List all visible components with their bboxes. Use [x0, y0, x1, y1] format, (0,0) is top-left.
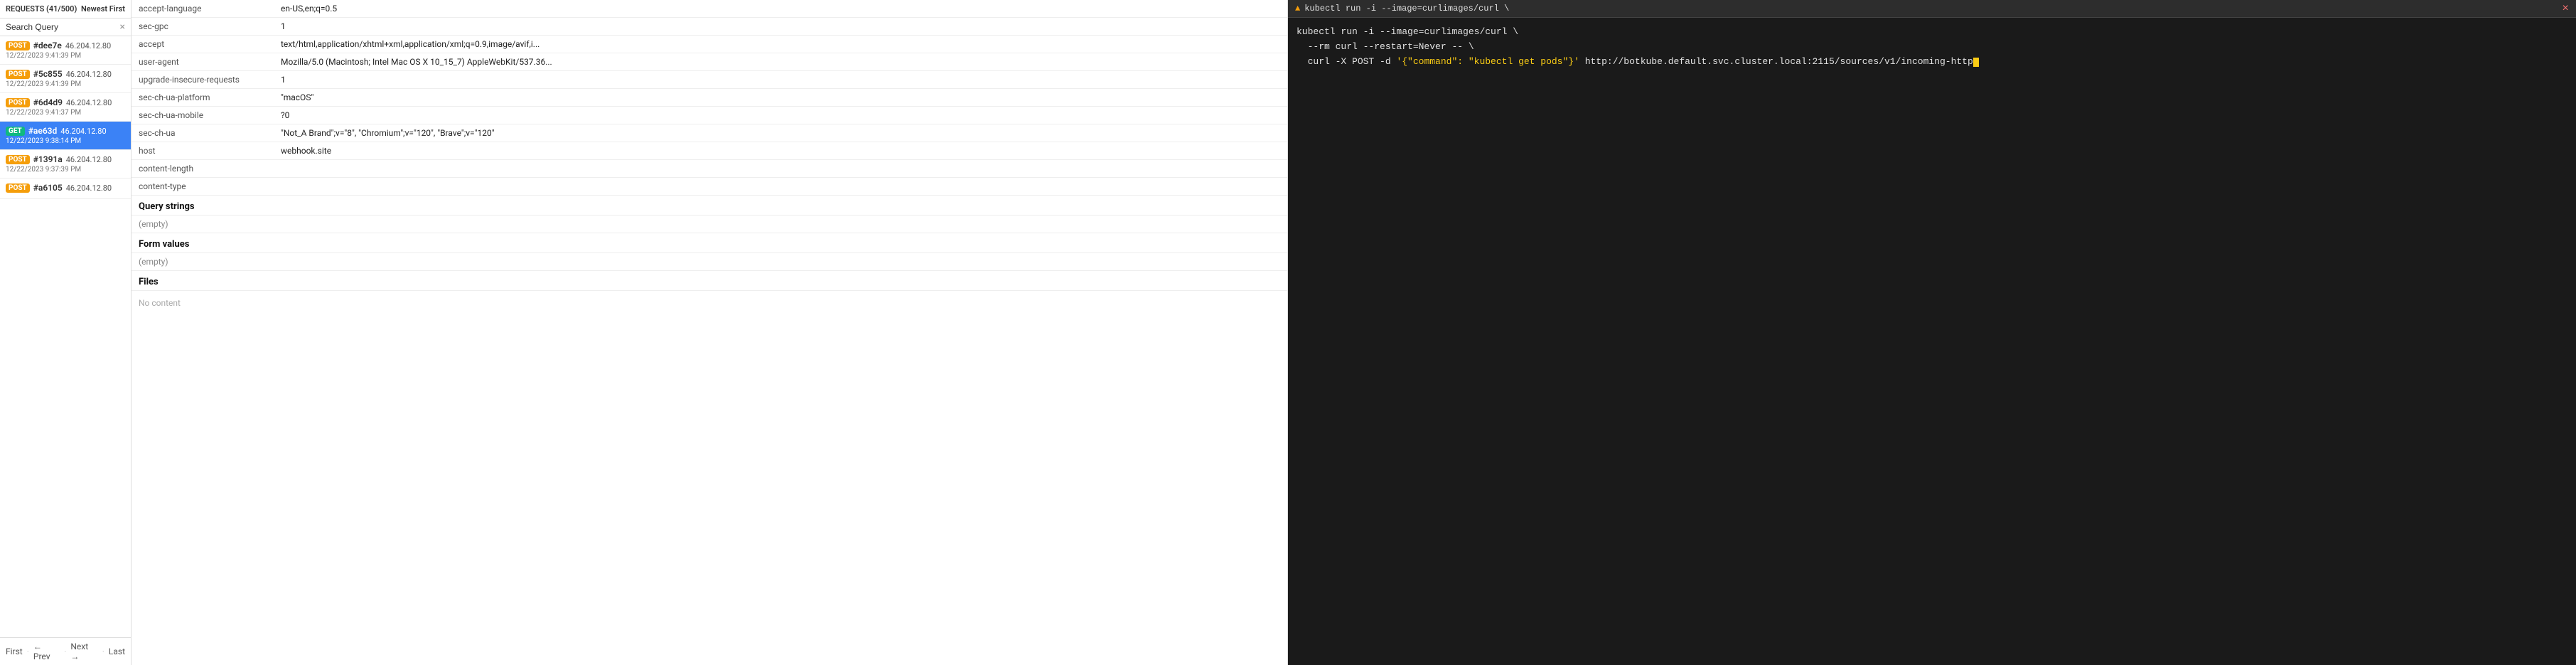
table-row: accept text/html,application/xhtml+xml,a…: [132, 36, 1287, 53]
header-value: text/html,application/xhtml+xml,applicat…: [274, 36, 1287, 53]
terminal-header: ▲ kubectl run -i --image=curlimages/curl…: [1288, 0, 2576, 18]
section-empty: (empty): [132, 216, 1287, 233]
method-badge: POST: [6, 98, 30, 107]
req-time: 12/22/2023 9:38:14 PM: [6, 137, 125, 145]
pagination: First · ← Prev · Next → · Last: [0, 637, 131, 665]
terminal-close-icon[interactable]: ×: [2562, 3, 2569, 14]
table-row: upgrade-insecure-requests 1: [132, 71, 1287, 89]
header-value: Mozilla/5.0 (Macintosh; Intel Mac OS X 1…: [274, 53, 1287, 71]
section-header: Query strings: [132, 196, 1287, 216]
pagination-last[interactable]: Last: [109, 647, 125, 656]
middle-panel: accept-language en-US,en;q=0.5 sec-gpc 1…: [132, 0, 1288, 665]
table-row: content-length: [132, 160, 1287, 178]
req-ip: 46.204.12.80: [66, 70, 112, 79]
req-id: #ae63d: [28, 126, 58, 136]
header-value: 1: [274, 71, 1287, 89]
req-ip: 46.204.12.80: [65, 41, 111, 50]
requests-title: REQUESTS (41/500): [6, 4, 77, 14]
sort-label[interactable]: Newest First: [81, 4, 125, 14]
req-id: #a6105: [33, 183, 63, 193]
headers-table: accept-language en-US,en;q=0.5 sec-gpc 1…: [132, 0, 1287, 196]
header-key: content-type: [132, 178, 274, 196]
pagination-first[interactable]: First: [6, 647, 23, 656]
request-list: POST #dee7e 46.204.12.80 12/22/2023 9:41…: [0, 36, 131, 637]
method-badge: POST: [6, 155, 30, 164]
req-time: 12/22/2023 9:41:37 PM: [6, 109, 125, 117]
header-value: [274, 160, 1287, 178]
request-item[interactable]: POST #a6105 46.204.12.80: [0, 179, 131, 199]
req-id: #1391a: [33, 154, 63, 164]
req-ip: 46.204.12.80: [60, 127, 106, 136]
terminal-line: kubectl run -i --image=curlimages/curl \: [1297, 25, 2567, 40]
terminal-line: --rm curl --restart=Never -- \: [1297, 40, 2567, 55]
req-id: #6d4d9: [33, 97, 63, 107]
header-value: webhook.site: [274, 142, 1287, 160]
header-key: sec-ch-ua-platform: [132, 89, 274, 107]
terminal-arrow-icon: ▲: [1295, 4, 1300, 14]
table-row: sec-ch-ua "Not_A Brand";v="8", "Chromium…: [132, 124, 1287, 142]
header-key: accept-language: [132, 0, 274, 18]
header-key: sec-gpc: [132, 18, 274, 36]
search-input[interactable]: [6, 22, 120, 32]
header-key: user-agent: [132, 53, 274, 71]
search-bar: ×: [0, 18, 131, 36]
terminal-body[interactable]: kubectl run -i --image=curlimages/curl \…: [1288, 18, 2576, 665]
req-ip: 46.204.12.80: [66, 98, 112, 107]
section-header: Form values: [132, 233, 1287, 253]
table-row: content-type: [132, 178, 1287, 196]
request-item[interactable]: POST #6d4d9 46.204.12.80 12/22/2023 9:41…: [0, 93, 131, 122]
terminal-line: curl -X POST -d '{"command": "kubectl ge…: [1297, 55, 2567, 70]
header-value: "Not_A Brand";v="8", "Chromium";v="120",…: [274, 124, 1287, 142]
header-key: sec-ch-ua: [132, 124, 274, 142]
request-item[interactable]: POST #5c855 46.204.12.80 12/22/2023 9:41…: [0, 65, 131, 93]
header-key: accept: [132, 36, 274, 53]
request-item[interactable]: POST #1391a 46.204.12.80 12/22/2023 9:37…: [0, 150, 131, 179]
table-row: sec-ch-ua-platform "macOS": [132, 89, 1287, 107]
req-id: #5c855: [33, 69, 63, 79]
req-id: #dee7e: [33, 41, 62, 50]
section-header: Files: [132, 271, 1287, 291]
req-ip: 46.204.12.80: [66, 155, 112, 164]
req-time: 12/22/2023 9:41:39 PM: [6, 52, 125, 60]
clear-search-icon[interactable]: ×: [120, 22, 125, 32]
header-value: 1: [274, 18, 1287, 36]
method-badge: GET: [6, 127, 25, 136]
req-time: 12/22/2023 9:37:39 PM: [6, 166, 125, 174]
table-row: user-agent Mozilla/5.0 (Macintosh; Intel…: [132, 53, 1287, 71]
request-item[interactable]: GET #ae63d 46.204.12.80 12/22/2023 9:38:…: [0, 122, 131, 150]
header-key: upgrade-insecure-requests: [132, 71, 274, 89]
left-panel: REQUESTS (41/500) Newest First × POST #d…: [0, 0, 132, 665]
header-value: ?0: [274, 107, 1287, 124]
table-row: host webhook.site: [132, 142, 1287, 160]
header-key: host: [132, 142, 274, 160]
terminal-panel: ▲ kubectl run -i --image=curlimages/curl…: [1288, 0, 2576, 665]
table-row: sec-ch-ua-mobile ?0: [132, 107, 1287, 124]
table-row: accept-language en-US,en;q=0.5: [132, 0, 1287, 18]
pagination-next[interactable]: Next →: [70, 642, 97, 661]
request-item[interactable]: POST #dee7e 46.204.12.80 12/22/2023 9:41…: [0, 36, 131, 65]
header-value: en-US,en;q=0.5: [274, 0, 1287, 18]
method-badge: POST: [6, 70, 30, 79]
method-badge: POST: [6, 41, 30, 50]
header-value: [274, 178, 1287, 196]
requests-header: REQUESTS (41/500) Newest First: [0, 0, 131, 18]
pagination-prev[interactable]: ← Prev: [33, 642, 60, 661]
req-time: 12/22/2023 9:41:39 PM: [6, 80, 125, 88]
header-key: sec-ch-ua-mobile: [132, 107, 274, 124]
terminal-title-text: kubectl run -i --image=curlimages/curl \: [1304, 4, 1509, 14]
method-badge: POST: [6, 183, 30, 193]
header-value: "macOS": [274, 89, 1287, 107]
section-no-content: No content: [132, 291, 1287, 315]
req-ip: 46.204.12.80: [66, 183, 112, 193]
table-row: sec-gpc 1: [132, 18, 1287, 36]
section-empty: (empty): [132, 253, 1287, 271]
header-key: content-length: [132, 160, 274, 178]
terminal-title: ▲ kubectl run -i --image=curlimages/curl…: [1295, 4, 1509, 14]
